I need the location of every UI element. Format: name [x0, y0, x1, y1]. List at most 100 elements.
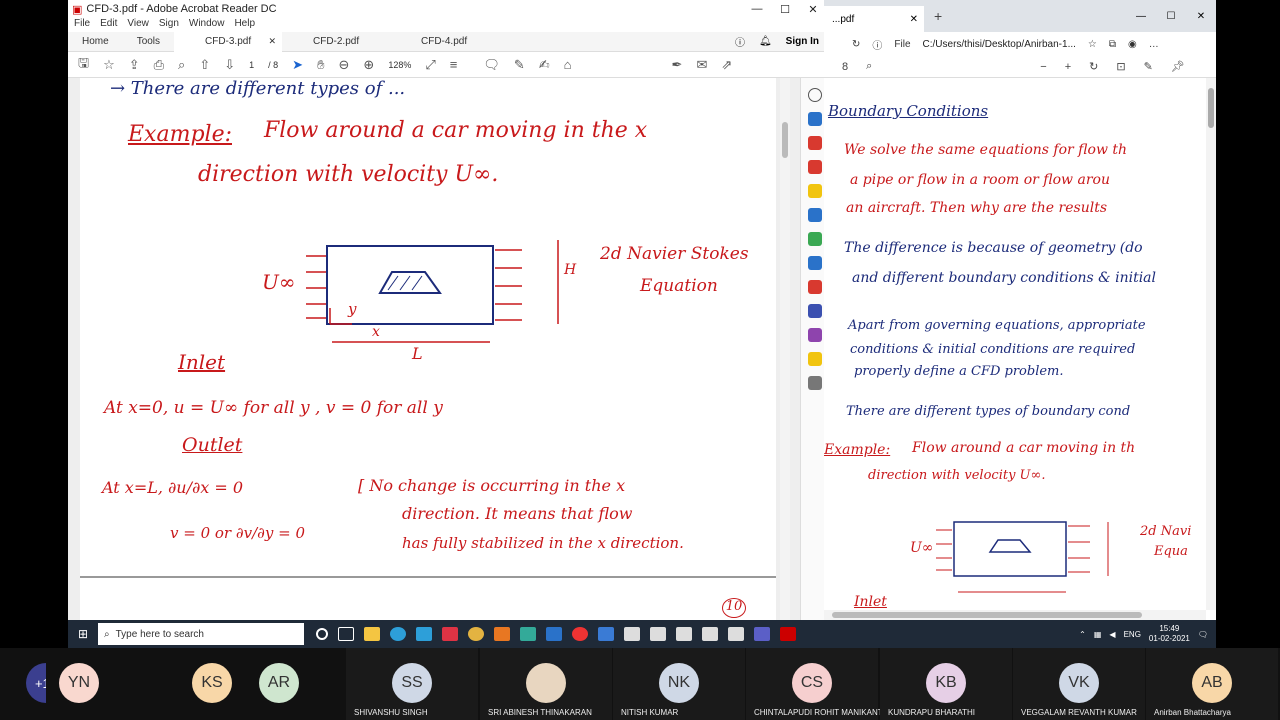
save-icon[interactable]: 🖫: [78, 54, 89, 76]
star-icon[interactable]: ☆: [103, 57, 115, 73]
close-tab-icon[interactable]: ✕: [269, 36, 277, 47]
chrome-icon[interactable]: [468, 627, 484, 641]
close-icon[interactable]: ✕: [799, 3, 827, 16]
app-icon-14[interactable]: [676, 627, 692, 641]
export-pdf-icon[interactable]: [807, 112, 822, 126]
teams-icon[interactable]: [754, 627, 770, 641]
edge-scroll-thumb[interactable]: [1208, 88, 1214, 128]
collections-icon[interactable]: ⧉: [1109, 39, 1116, 50]
comment-icon[interactable]: 🗨︎: [483, 57, 500, 73]
minimize-icon[interactable]: —: [743, 3, 771, 16]
matlab-icon[interactable]: [494, 627, 510, 641]
windows-start-icon[interactable]: ⊞: [68, 627, 98, 641]
participant-tile[interactable]: CS CHINTALAPUDI ROHIT MANIKANT...: [746, 648, 888, 720]
zoom-search-icon[interactable]: ⌕: [178, 57, 185, 73]
edge-zoom-out-icon[interactable]: −: [1040, 61, 1046, 73]
app-xbox-icon[interactable]: [442, 627, 458, 641]
comment-tool-icon[interactable]: [807, 184, 822, 198]
menu-file[interactable]: File: [74, 18, 90, 32]
fill-sign-icon[interactable]: [807, 328, 822, 342]
combine-icon[interactable]: [807, 208, 822, 222]
app-icon-13[interactable]: [650, 627, 666, 641]
maximize-icon[interactable]: ☐: [771, 3, 799, 16]
clock[interactable]: 15:49 01-02-2021: [1149, 624, 1190, 644]
edge-tab-pdf[interactable]: ...pdf ✕: [824, 6, 924, 32]
participant-tile[interactable]: VK VEGGALAM REVANTH KUMAR: [1013, 648, 1145, 720]
app-icon-15[interactable]: [702, 627, 718, 641]
page-down-icon[interactable]: ⇩: [224, 57, 235, 73]
fit-page-icon[interactable]: ⤢: [425, 57, 435, 73]
volume-icon[interactable]: ◀︎: [1109, 630, 1115, 639]
edge-vertical-scrollbar[interactable]: [1206, 78, 1216, 610]
participant-tile[interactable]: KS: [179, 648, 245, 720]
more-tools-icon[interactable]: [807, 376, 822, 390]
participant-tile[interactable]: SS SHIVANSHU SINGH: [346, 648, 478, 720]
search-tool-icon[interactable]: [807, 88, 822, 102]
edge-pin-icon[interactable]: 📌︎: [1171, 60, 1185, 73]
scan-icon[interactable]: [807, 256, 822, 270]
app-icon-16[interactable]: [728, 627, 744, 641]
share-icon[interactable]: ⇗: [721, 57, 732, 73]
edge-fit-icon[interactable]: ⊡: [1116, 60, 1125, 73]
close-tab-icon[interactable]: ✕: [910, 14, 918, 25]
edge-pdf-page[interactable]: Boundary Conditions We solve the same eq…: [824, 78, 1204, 610]
minimize-icon[interactable]: —: [1126, 11, 1156, 22]
zoom-in-icon[interactable]: ⊕: [363, 57, 374, 73]
upload-icon[interactable]: ⇪: [129, 57, 140, 73]
edge-rotate-icon[interactable]: ↻: [1089, 60, 1098, 73]
network-icon[interactable]: ▦: [1094, 630, 1102, 639]
notification-icon[interactable]: 🗨︎: [1198, 630, 1208, 639]
task-view-icon[interactable]: [338, 627, 354, 641]
pen-icon[interactable]: ✎: [514, 57, 525, 73]
profile-icon[interactable]: ◉: [1128, 39, 1137, 50]
maximize-icon[interactable]: ☐: [1156, 11, 1186, 22]
zoom-level[interactable]: 128%: [388, 60, 411, 70]
new-tab-icon[interactable]: +: [934, 8, 942, 24]
page-number-input[interactable]: 1: [249, 60, 254, 70]
tab-tools[interactable]: Tools: [123, 32, 174, 52]
menu-help[interactable]: Help: [234, 18, 255, 32]
print-icon[interactable]: ⎙: [154, 57, 164, 73]
app-icon-8[interactable]: [520, 627, 536, 641]
stamp-icon[interactable]: ⌂: [564, 57, 572, 72]
protect-icon[interactable]: [807, 304, 822, 318]
participant-tile[interactable]: AB Anirban Bhattacharya: [1146, 648, 1278, 720]
language-indicator[interactable]: ENG: [1124, 630, 1141, 639]
scroll-thumb[interactable]: [782, 122, 788, 158]
select-cursor-icon[interactable]: ➤: [292, 57, 303, 73]
highlight-icon[interactable]: ✍︎: [539, 57, 550, 73]
organize-icon[interactable]: [807, 232, 822, 246]
create-pdf-icon[interactable]: [807, 136, 822, 150]
refresh-icon[interactable]: ↻: [852, 39, 860, 50]
info-icon[interactable]: ⓘ: [872, 37, 882, 52]
app-icon-12[interactable]: [624, 627, 640, 641]
bell-icon[interactable]: 🔔︎: [759, 36, 772, 47]
close-icon[interactable]: ✕: [1186, 11, 1216, 22]
sign-icon[interactable]: ✒︎: [672, 57, 683, 73]
sign-in-button[interactable]: Sign In: [786, 36, 819, 47]
address-input[interactable]: C:/Users/thisi/Desktop/Anirban-1...: [923, 39, 1076, 50]
tray-chevron-icon[interactable]: ⌃: [1079, 630, 1086, 639]
participant-tile[interactable]: AR: [246, 648, 312, 720]
favorite-icon[interactable]: ☆: [1088, 39, 1097, 50]
edge-icon[interactable]: [390, 627, 406, 641]
menu-sign[interactable]: Sign: [159, 18, 179, 32]
menu-view[interactable]: View: [127, 18, 149, 32]
opera-icon[interactable]: [572, 627, 588, 641]
send-icon[interactable]: [807, 352, 822, 366]
participant-tile[interactable]: YN: [46, 648, 112, 720]
edge-draw-icon[interactable]: ✎: [1144, 60, 1153, 73]
acrobat-taskbar-icon[interactable]: [780, 627, 796, 641]
page-up-icon[interactable]: ⇧: [199, 57, 210, 73]
menu-edit[interactable]: Edit: [100, 18, 117, 32]
edge-zoom-in-icon[interactable]: +: [1065, 61, 1071, 73]
app-icon-9[interactable]: [546, 627, 562, 641]
tab-cfd2[interactable]: CFD-2.pdf: [282, 32, 390, 52]
help-icon[interactable]: ⓘ: [735, 34, 745, 49]
tab-cfd3[interactable]: CFD-3.pdf ✕: [174, 31, 283, 52]
participant-tile[interactable]: SRI ABINESH THINAKARAN: [480, 648, 612, 720]
mail-icon[interactable]: ✉︎: [696, 57, 707, 73]
participant-tile[interactable]: KB KUNDRAPU BHARATHI: [880, 648, 1012, 720]
vertical-scrollbar[interactable]: [780, 78, 790, 620]
pdf-page[interactable]: → There are different types of ... Examp…: [80, 78, 776, 620]
